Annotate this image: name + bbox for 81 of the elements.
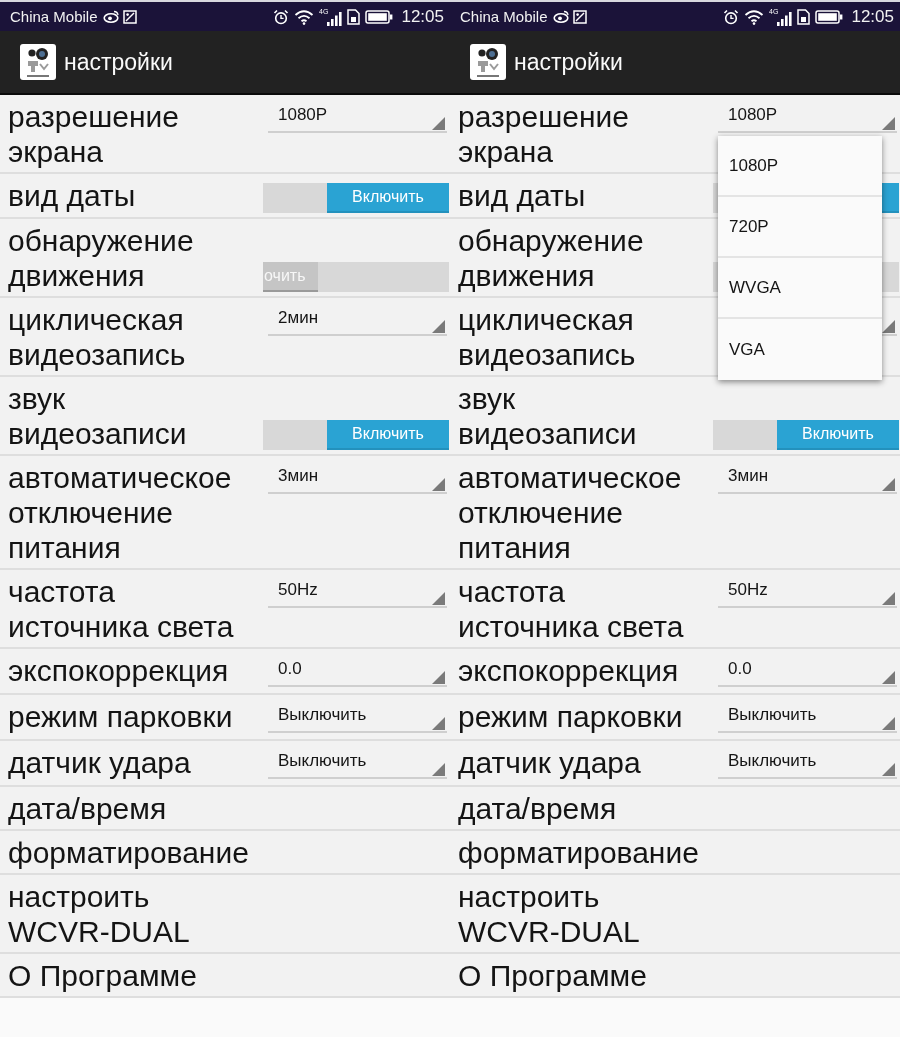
signal-icon [327, 11, 343, 26]
dropdown[interactable]: Выключить [268, 699, 447, 733]
settings-item[interactable]: О Программе [458, 958, 703, 993]
signal-icon [777, 11, 793, 26]
dropdown[interactable]: 50Hz [268, 574, 447, 608]
settings-item[interactable]: дата/время [458, 791, 703, 826]
setting-label: частота источника света [8, 574, 235, 644]
app-logo-icon [470, 44, 506, 80]
triangle-icon [432, 117, 445, 130]
battery-icon [815, 9, 844, 24]
status-time: 12:05 [401, 6, 444, 27]
setting-label: циклическая видеозапись [8, 302, 187, 372]
triangle-icon [432, 320, 445, 333]
triangle-icon [882, 592, 895, 605]
toggle-thumb: Включить [327, 420, 449, 450]
sim-card-icon [797, 8, 811, 25]
screen-title: настройки [64, 48, 173, 76]
screen-title: настройки [514, 48, 623, 76]
setting-label: режим парковки [458, 699, 684, 735]
dropdown[interactable]: 3мин [718, 460, 897, 494]
setting-label: звук видеозаписи [458, 381, 638, 451]
settings-item[interactable]: дата/время [8, 791, 253, 826]
dropdown[interactable]: 3мин [268, 460, 447, 494]
dropdown[interactable]: 50Hz [718, 574, 897, 608]
wifi-icon [744, 8, 765, 25]
triangle-icon [882, 717, 895, 730]
sim-card-icon [347, 8, 361, 25]
triangle-icon [432, 478, 445, 491]
setting-label: обнаружение движения [8, 223, 195, 293]
triangle-icon [882, 117, 895, 130]
eye-icon [552, 9, 569, 24]
dropdown[interactable]: Выключить [718, 745, 897, 779]
settings-item[interactable]: форматирование [8, 835, 253, 870]
alarm-clock-icon [273, 8, 290, 25]
setting-label: датчик удара [458, 745, 642, 781]
toggle-thumb: Включить [327, 183, 449, 213]
triangle-icon [432, 671, 445, 684]
triangle-icon [882, 763, 895, 776]
setting-label: экспокоррекция [458, 653, 680, 689]
dropdown[interactable]: 0.0 [268, 653, 447, 687]
triangle-icon [882, 671, 895, 684]
settings-item[interactable]: О Программе [8, 958, 253, 993]
setting-label: частота источника света [458, 574, 685, 644]
dropdown[interactable]: 2мин [268, 302, 447, 336]
settings-item[interactable]: форматирование [458, 835, 703, 870]
dropdown[interactable]: 1080P [268, 99, 447, 133]
dropdown-option[interactable]: VGA [718, 319, 882, 380]
dropdown[interactable]: 0.0 [718, 653, 897, 687]
toggle-thumb: Включить [777, 420, 899, 450]
setting-label: разрешение экрана [458, 99, 630, 169]
image-icon [122, 9, 137, 24]
triangle-icon [882, 478, 895, 491]
settings-item[interactable]: настроить WCVR-DUAL [8, 879, 253, 949]
setting-label: циклическая видеозапись [458, 302, 637, 372]
setting-label: автоматическое отключение питания [458, 460, 683, 565]
setting-label: обнаружение движения [458, 223, 645, 293]
setting-label: экспокоррекция [8, 653, 230, 689]
triangle-icon [432, 763, 445, 776]
setting-label: звук видеозаписи [8, 381, 188, 451]
setting-label: режим парковки [8, 699, 234, 735]
triangle-icon [432, 592, 445, 605]
dropdown[interactable]: 1080P [718, 99, 897, 133]
wifi-icon [294, 8, 315, 25]
carrier-name: China Mobile [460, 8, 548, 25]
triangle-icon [432, 717, 445, 730]
battery-icon [365, 9, 394, 24]
setting-label: вид даты [458, 178, 587, 214]
triangle-icon [882, 320, 895, 333]
setting-label: разрешение экрана [8, 99, 180, 169]
image-icon [572, 9, 587, 24]
alarm-clock-icon [723, 8, 740, 25]
carrier-name: China Mobile [10, 8, 98, 25]
app-logo-icon [20, 44, 56, 80]
dropdown[interactable]: Выключить [718, 699, 897, 733]
eye-icon [102, 9, 119, 24]
setting-label: датчик удара [8, 745, 192, 781]
status-time: 12:05 [851, 6, 894, 27]
settings-item[interactable]: настроить WCVR-DUAL [458, 879, 703, 949]
setting-label: автоматическое отключение питания [8, 460, 233, 565]
setting-label: вид даты [8, 178, 137, 214]
dropdown[interactable]: Выключить [268, 745, 447, 779]
